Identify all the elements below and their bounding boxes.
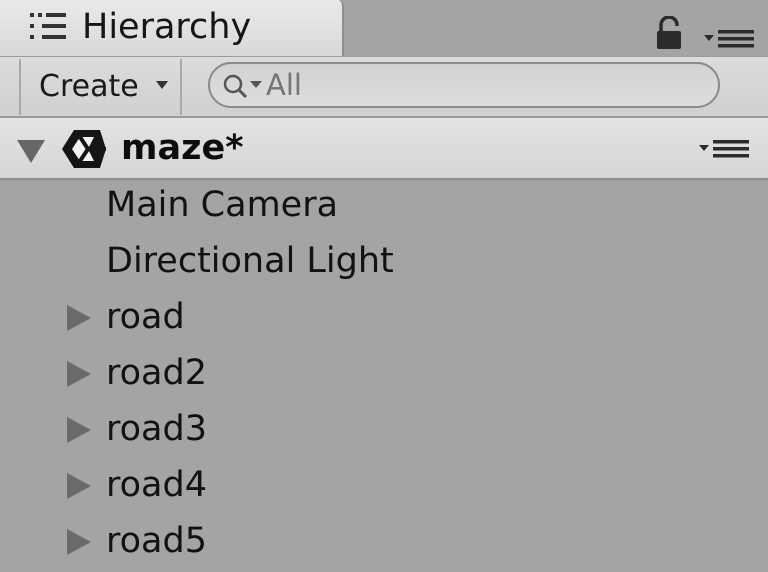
tree-item-label: road2: [106, 353, 207, 393]
triangle-right-icon[interactable]: [66, 528, 92, 556]
create-label: Create: [39, 69, 139, 104]
create-dropdown-button[interactable]: Create: [19, 59, 182, 115]
scene-header-row[interactable]: maze*: [0, 118, 768, 180]
tree-item-label: road5: [106, 521, 207, 561]
tree-item-road5[interactable]: road5: [0, 516, 768, 572]
lock-icon[interactable]: [654, 16, 684, 50]
tree-item-road[interactable]: road: [0, 292, 768, 348]
tree-item-road3[interactable]: road3: [0, 404, 768, 460]
tree-item-label: road3: [106, 409, 207, 449]
tree-item-main-camera[interactable]: Main Camera: [0, 180, 768, 236]
tree-item-road4[interactable]: road4: [0, 460, 768, 516]
scene-menu-icon[interactable]: [698, 138, 750, 160]
tree-item-road2[interactable]: road2: [0, 348, 768, 404]
tree-item-label: Main Camera: [106, 185, 339, 225]
triangle-right-icon[interactable]: [66, 472, 92, 500]
unity-logo-icon: [62, 130, 106, 168]
tree-item-label: road: [106, 297, 185, 337]
panel-title: Hierarchy: [82, 7, 252, 47]
tree-item-label: Directional Light: [106, 241, 394, 281]
panel-tabstrip: Hierarchy: [0, 0, 768, 56]
tree-item-label: road4: [106, 465, 207, 505]
chevron-down-icon: [156, 81, 168, 89]
triangle-down-icon[interactable]: [16, 138, 46, 164]
tree-item-directional-light[interactable]: Directional Light: [0, 236, 768, 292]
search-input[interactable]: [266, 65, 696, 105]
hierarchy-list-icon: [30, 13, 66, 39]
hierarchy-toolbar: Create: [0, 56, 768, 118]
triangle-right-icon[interactable]: [66, 360, 92, 388]
search-field[interactable]: [208, 62, 720, 108]
triangle-right-icon[interactable]: [66, 416, 92, 444]
triangle-right-icon[interactable]: [66, 304, 92, 332]
hierarchy-tree: Main Camera Directional Light road road2…: [0, 180, 768, 567]
scene-name: maze*: [121, 128, 244, 168]
tab-hierarchy[interactable]: Hierarchy: [0, 0, 344, 56]
panel-menu-icon[interactable]: [703, 28, 755, 50]
search-icon: [223, 74, 262, 99]
